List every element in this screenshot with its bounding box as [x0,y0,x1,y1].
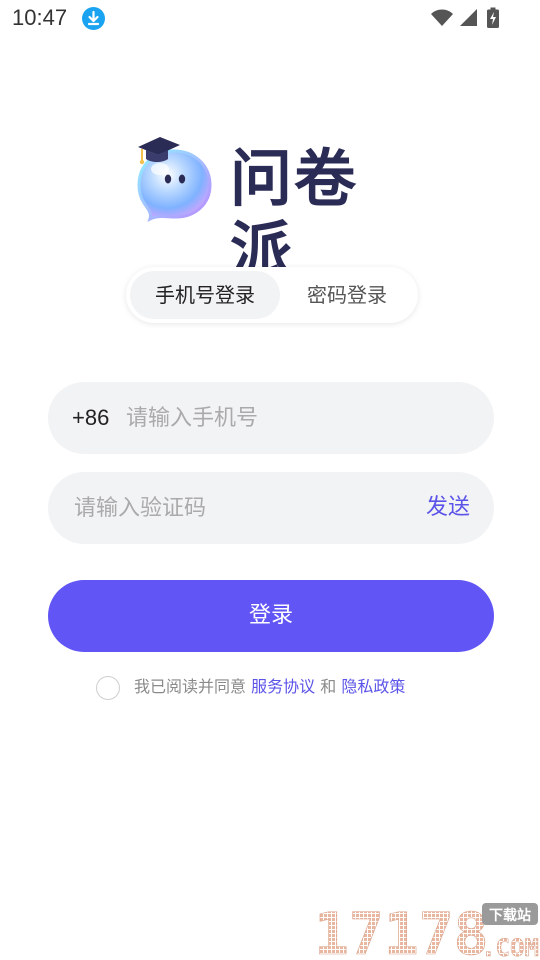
phone-input[interactable] [126,382,466,454]
tab-password-login[interactable]: 密码登录 [280,271,414,319]
signal-icon [460,9,477,26]
agreement-checkbox[interactable] [96,676,120,700]
watermark-logo: 17178 下载站 .COM [314,900,539,960]
tab-phone-login[interactable]: 手机号登录 [130,271,280,319]
download-icon [82,7,105,30]
watermark-domain: .COM [481,934,539,960]
watermark-number: 17178 [314,900,489,960]
country-code-prefix[interactable]: +86 [72,382,109,454]
watermark-tag: 下载站 [489,907,531,924]
wifi-icon [431,9,453,26]
verification-code-input[interactable] [74,472,394,544]
code-field[interactable]: 发送 [48,472,494,544]
phone-field[interactable]: +86 [48,382,494,454]
login-method-tabs: 手机号登录 密码登录 [126,267,418,323]
system-icons [430,7,502,29]
login-button[interactable]: 登录 [48,580,494,652]
privacy-policy-link[interactable]: 隐私政策 [341,677,405,696]
status-bar: 10:47 [0,0,540,38]
terms-of-service-link[interactable]: 服务协议 [251,677,315,696]
battery-charging-icon [487,7,499,28]
app-name: 问卷派 [230,142,359,287]
app-logo: 问卷派 [134,133,414,287]
status-time: 10:47 [12,5,68,30]
agreement-prefix: 我已阅读并同意 [134,677,247,696]
send-code-button[interactable]: 发送 [426,472,470,544]
agreement-text: 我已阅读并同意 服务协议 和 隐私政策 [134,674,405,700]
agreement-and: 和 [320,677,337,696]
mascot-logo-icon [137,137,212,222]
